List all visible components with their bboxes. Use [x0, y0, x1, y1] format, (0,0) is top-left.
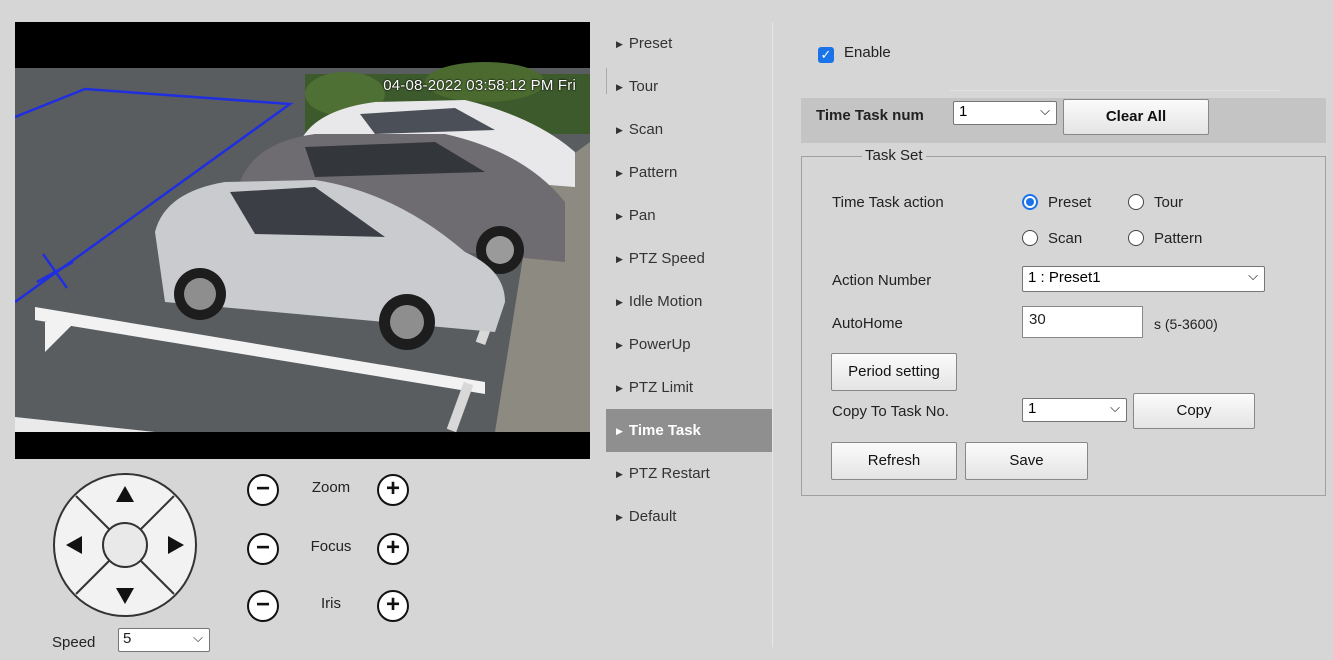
menu-item-pattern[interactable]: ▶ Pattern [606, 151, 773, 194]
menu-item-label: PowerUp [628, 336, 691, 353]
speed-value: 5 [123, 630, 132, 647]
task-set-legend: Task Set [862, 147, 926, 164]
triangle-right-icon: ▶ [616, 168, 623, 178]
copy-to-task-select[interactable]: 1 ⌵ [1022, 398, 1127, 422]
period-setting-button[interactable]: Period setting [831, 353, 957, 391]
menu-separator [772, 22, 773, 647]
osd-timestamp: 04-08-2022 03:58:12 PM Fri [383, 77, 576, 94]
live-video-view[interactable]: 04-08-2022 03:58:12 PM Fri [15, 22, 590, 459]
menu-item-ptz-restart[interactable]: ▶ PTZ Restart [606, 452, 773, 495]
radio-unselected-icon [1022, 230, 1038, 246]
focus-plus-button[interactable]: + [377, 533, 409, 565]
speed-label: Speed [52, 634, 96, 651]
copy-to-task-value: 1 [1028, 400, 1037, 417]
focus-minus-button[interactable]: − [247, 533, 279, 565]
menu-item-label: PTZ Limit [628, 379, 694, 396]
triangle-right-icon: ▶ [616, 512, 623, 522]
divider [950, 90, 1280, 91]
triangle-right-icon: ▶ [616, 254, 623, 264]
copy-button[interactable]: Copy [1133, 393, 1255, 429]
ptz-function-menu: ▶ Preset ▶ Tour ▶ Scan ▶ Pattern ▶ Pan ▶ PTZ Speed ▶… [606, 22, 773, 538]
autohome-label: AutoHome [832, 315, 903, 332]
task-num-label: Time Task num [816, 107, 924, 124]
menu-item-scan[interactable]: ▶ Scan [606, 108, 773, 151]
radio-tour[interactable]: Tour [1128, 194, 1183, 211]
menu-item-preset[interactable]: ▶ Preset [606, 22, 773, 65]
triangle-right-icon: ▶ [616, 125, 623, 135]
autohome-range: s (5-3600) [1154, 316, 1218, 332]
triangle-right-icon: ▶ [616, 297, 623, 307]
speed-select[interactable]: 5 ⌵ [118, 628, 210, 652]
focus-label: Focus [310, 538, 352, 555]
menu-item-idle-motion[interactable]: ▶ Idle Motion [606, 280, 773, 323]
triangle-right-icon: ▶ [616, 340, 623, 350]
iris-label: Iris [321, 595, 341, 612]
clear-all-button[interactable]: Clear All [1063, 99, 1209, 135]
menu-item-default[interactable]: ▶ Default [606, 495, 773, 538]
triangle-right-icon: ▶ [616, 383, 623, 393]
copy-to-task-label: Copy To Task No. [832, 403, 950, 420]
menu-item-pan[interactable]: ▶ Pan [606, 194, 773, 237]
focus-control: − Focus + [245, 531, 420, 567]
menu-item-label: Pattern [628, 164, 678, 181]
iris-plus-button[interactable]: + [377, 590, 409, 622]
radio-preset-label: Preset [1048, 194, 1092, 211]
menu-item-label: Scan [628, 121, 664, 138]
radio-unselected-icon [1128, 194, 1144, 210]
menu-item-label: Preset [628, 35, 673, 52]
chevron-down-icon: ⌵ [1040, 103, 1050, 118]
action-number-value: 1 : Preset1 [1028, 269, 1101, 286]
time-task-action-label: Time Task action [832, 194, 944, 211]
radio-pattern-label: Pattern [1154, 230, 1203, 247]
radio-scan-label: Scan [1048, 230, 1083, 247]
menu-item-ptz-limit[interactable]: ▶ PTZ Limit [606, 366, 773, 409]
action-number-label: Action Number [832, 272, 932, 289]
chevron-down-icon: ⌵ [193, 630, 203, 645]
triangle-right-icon: ▶ [616, 211, 623, 221]
enable-row[interactable]: ✓ Enable [818, 44, 891, 66]
task-num-select[interactable]: 1 ⌵ [953, 101, 1057, 125]
iris-minus-button[interactable]: − [247, 590, 279, 622]
chevron-down-icon: ⌵ [1110, 400, 1120, 415]
refresh-button[interactable]: Refresh [831, 442, 957, 480]
radio-preset[interactable]: Preset [1022, 194, 1091, 211]
triangle-right-icon: ▶ [616, 82, 623, 92]
radio-scan[interactable]: Scan [1022, 230, 1082, 247]
save-button[interactable]: Save [965, 442, 1088, 480]
task-num-value: 1 [959, 103, 968, 120]
menu-item-label: PTZ Speed [628, 250, 705, 267]
chevron-down-icon: ⌵ [1248, 268, 1258, 283]
zoom-out-button[interactable]: − [247, 474, 279, 506]
task-num-bar: Time Task num 1 ⌵ Clear All [801, 98, 1326, 143]
menu-item-label: PTZ Restart [628, 465, 710, 482]
radio-selected-icon [1022, 194, 1038, 210]
enable-checkbox[interactable]: ✓ [818, 47, 834, 63]
menu-item-powerup[interactable]: ▶ PowerUp [606, 323, 773, 366]
ptz-center-button [102, 522, 148, 568]
ptz-direction-pad[interactable] [52, 472, 198, 618]
menu-item-tour[interactable]: ▶ Tour [606, 65, 773, 108]
radio-pattern[interactable]: Pattern [1128, 230, 1202, 247]
radio-tour-label: Tour [1154, 194, 1184, 211]
menu-item-label: Default [628, 508, 677, 525]
zoom-control: − Zoom + [245, 472, 420, 508]
menu-item-ptz-speed[interactable]: ▶ PTZ Speed [606, 237, 773, 280]
iris-control: − Iris + [245, 588, 420, 624]
menu-item-label: Tour [628, 78, 659, 95]
menu-item-time-task[interactable]: ▶ Time Task [606, 409, 773, 452]
menu-item-label: Time Task [628, 422, 701, 439]
triangle-right-icon: ▶ [616, 469, 623, 479]
zoom-label: Zoom [311, 479, 351, 496]
zoom-in-button[interactable]: + [377, 474, 409, 506]
radio-unselected-icon [1128, 230, 1144, 246]
enable-label: Enable [844, 44, 891, 61]
action-number-select[interactable]: 1 : Preset1 ⌵ [1022, 266, 1265, 292]
menu-item-label: Pan [628, 207, 656, 224]
triangle-right-icon: ▶ [616, 39, 623, 49]
autohome-input[interactable]: 30 [1022, 306, 1143, 338]
triangle-right-icon: ▶ [616, 426, 623, 436]
menu-item-label: Idle Motion [628, 293, 703, 310]
